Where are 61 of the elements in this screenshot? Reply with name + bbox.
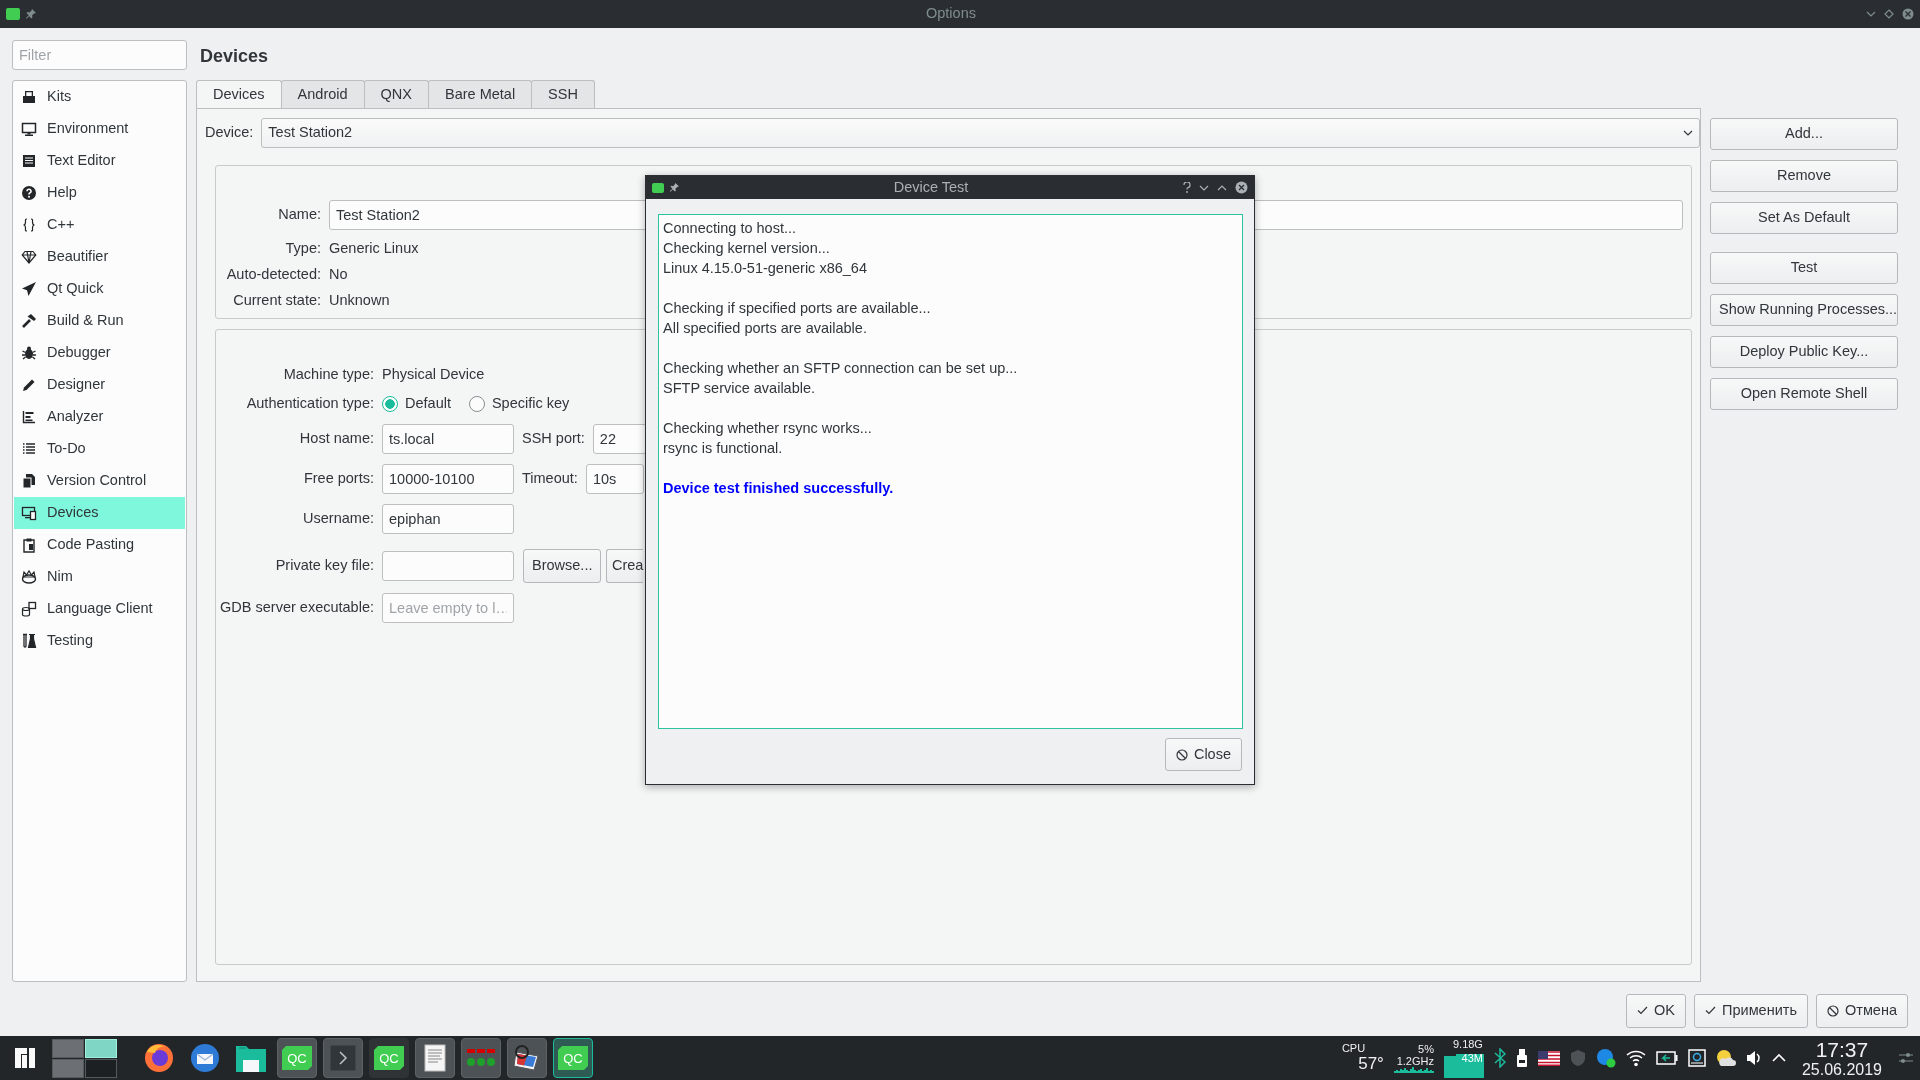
window-title: Options bbox=[925, 4, 977, 24]
sidebar-item-label: Nim bbox=[47, 567, 73, 587]
sidebar-item-label: Qt Quick bbox=[47, 279, 104, 299]
sidebar-item-label: Beautifier bbox=[47, 247, 109, 267]
page-title: Devices bbox=[199, 45, 270, 68]
log-line: Checking if specified ports are available... bbox=[663, 299, 932, 318]
field-label: GDB server executable: bbox=[219, 598, 374, 618]
log-line: All specified ports are available. bbox=[663, 319, 868, 338]
device-label: Device: bbox=[205, 123, 254, 143]
dropdown-value: Test Station2 bbox=[268, 123, 353, 143]
sidebar-item-label: Code Pasting bbox=[47, 535, 135, 555]
field-value: Unknown bbox=[329, 291, 390, 311]
field-label: Free ports: bbox=[302, 469, 374, 489]
sidebar-item-label: Testing bbox=[47, 631, 93, 651]
log-line: rsync is functional. bbox=[663, 439, 784, 458]
sidebar-item-label: Devices bbox=[47, 503, 99, 523]
field-label: Auto-detected: bbox=[225, 265, 321, 285]
memory-total: 9.18G bbox=[1452, 1038, 1483, 1050]
memory-used: 43M bbox=[1461, 1052, 1483, 1064]
sidebar-item-label: Version Control bbox=[47, 471, 147, 491]
sidebar-item-label: To-Do bbox=[47, 439, 86, 459]
sidebar-item-label: Designer bbox=[47, 375, 106, 395]
sidebar-item-label: Text Editor bbox=[47, 151, 116, 171]
field-label: Name: bbox=[277, 205, 321, 225]
field-label: Private key file: bbox=[274, 556, 374, 576]
field-label: Host name: bbox=[298, 429, 374, 449]
field-label: Username: bbox=[302, 509, 374, 529]
cpu-frequency: 1.2GHz bbox=[1396, 1055, 1434, 1067]
logo-icon: QC bbox=[282, 1046, 312, 1070]
cpu-load: 5% bbox=[1418, 1043, 1434, 1055]
cpu-label: CPU bbox=[1341, 1042, 1367, 1054]
field-value: Physical Device bbox=[382, 365, 485, 385]
sidebar-item-label: Help bbox=[47, 183, 77, 203]
dialog-title: Device Test bbox=[892, 177, 970, 197]
sidebar-item-label: C++ bbox=[47, 215, 75, 235]
sidebar-item-label: Environment bbox=[47, 119, 129, 139]
cpu-temperature: 57° bbox=[1357, 1054, 1384, 1074]
log-line: Checking kernel version... bbox=[663, 239, 831, 258]
sidebar-item-label: Build & Run bbox=[47, 311, 124, 331]
logo-icon: QC bbox=[374, 1046, 404, 1070]
result-message: Device test finished successfully. bbox=[663, 479, 895, 498]
sidebar-item-label: Debugger bbox=[47, 343, 111, 363]
log-line: Checking whether rsync works... bbox=[663, 419, 873, 438]
field-value: No bbox=[329, 265, 348, 285]
sidebar-item-label: Kits bbox=[47, 87, 72, 107]
logo-icon: QC bbox=[558, 1046, 588, 1070]
log-line: Checking whether an SFTP connection can be set up... bbox=[663, 359, 1019, 378]
log-line: Connecting to host... bbox=[663, 219, 797, 238]
field-label: SSH port: bbox=[522, 429, 585, 449]
log-line: SFTP service available. bbox=[663, 379, 817, 398]
sidebar-item-label: Analyzer bbox=[47, 407, 104, 427]
field-label: Authentication type: bbox=[245, 394, 374, 414]
field-value: Generic Linux bbox=[329, 239, 419, 259]
field-label: Current state: bbox=[232, 291, 321, 311]
clock-time: 17:37 bbox=[1815, 1038, 1869, 1060]
field-label: Machine type: bbox=[282, 365, 374, 385]
clock-date: 25.06.2019 bbox=[1801, 1061, 1882, 1078]
field-label: Timeout: bbox=[522, 469, 578, 489]
field-label: Type: bbox=[284, 239, 321, 259]
log-line: Linux 4.15.0-51-generic x86_64 bbox=[663, 259, 868, 278]
sidebar-item-label: Language Client bbox=[47, 599, 153, 619]
